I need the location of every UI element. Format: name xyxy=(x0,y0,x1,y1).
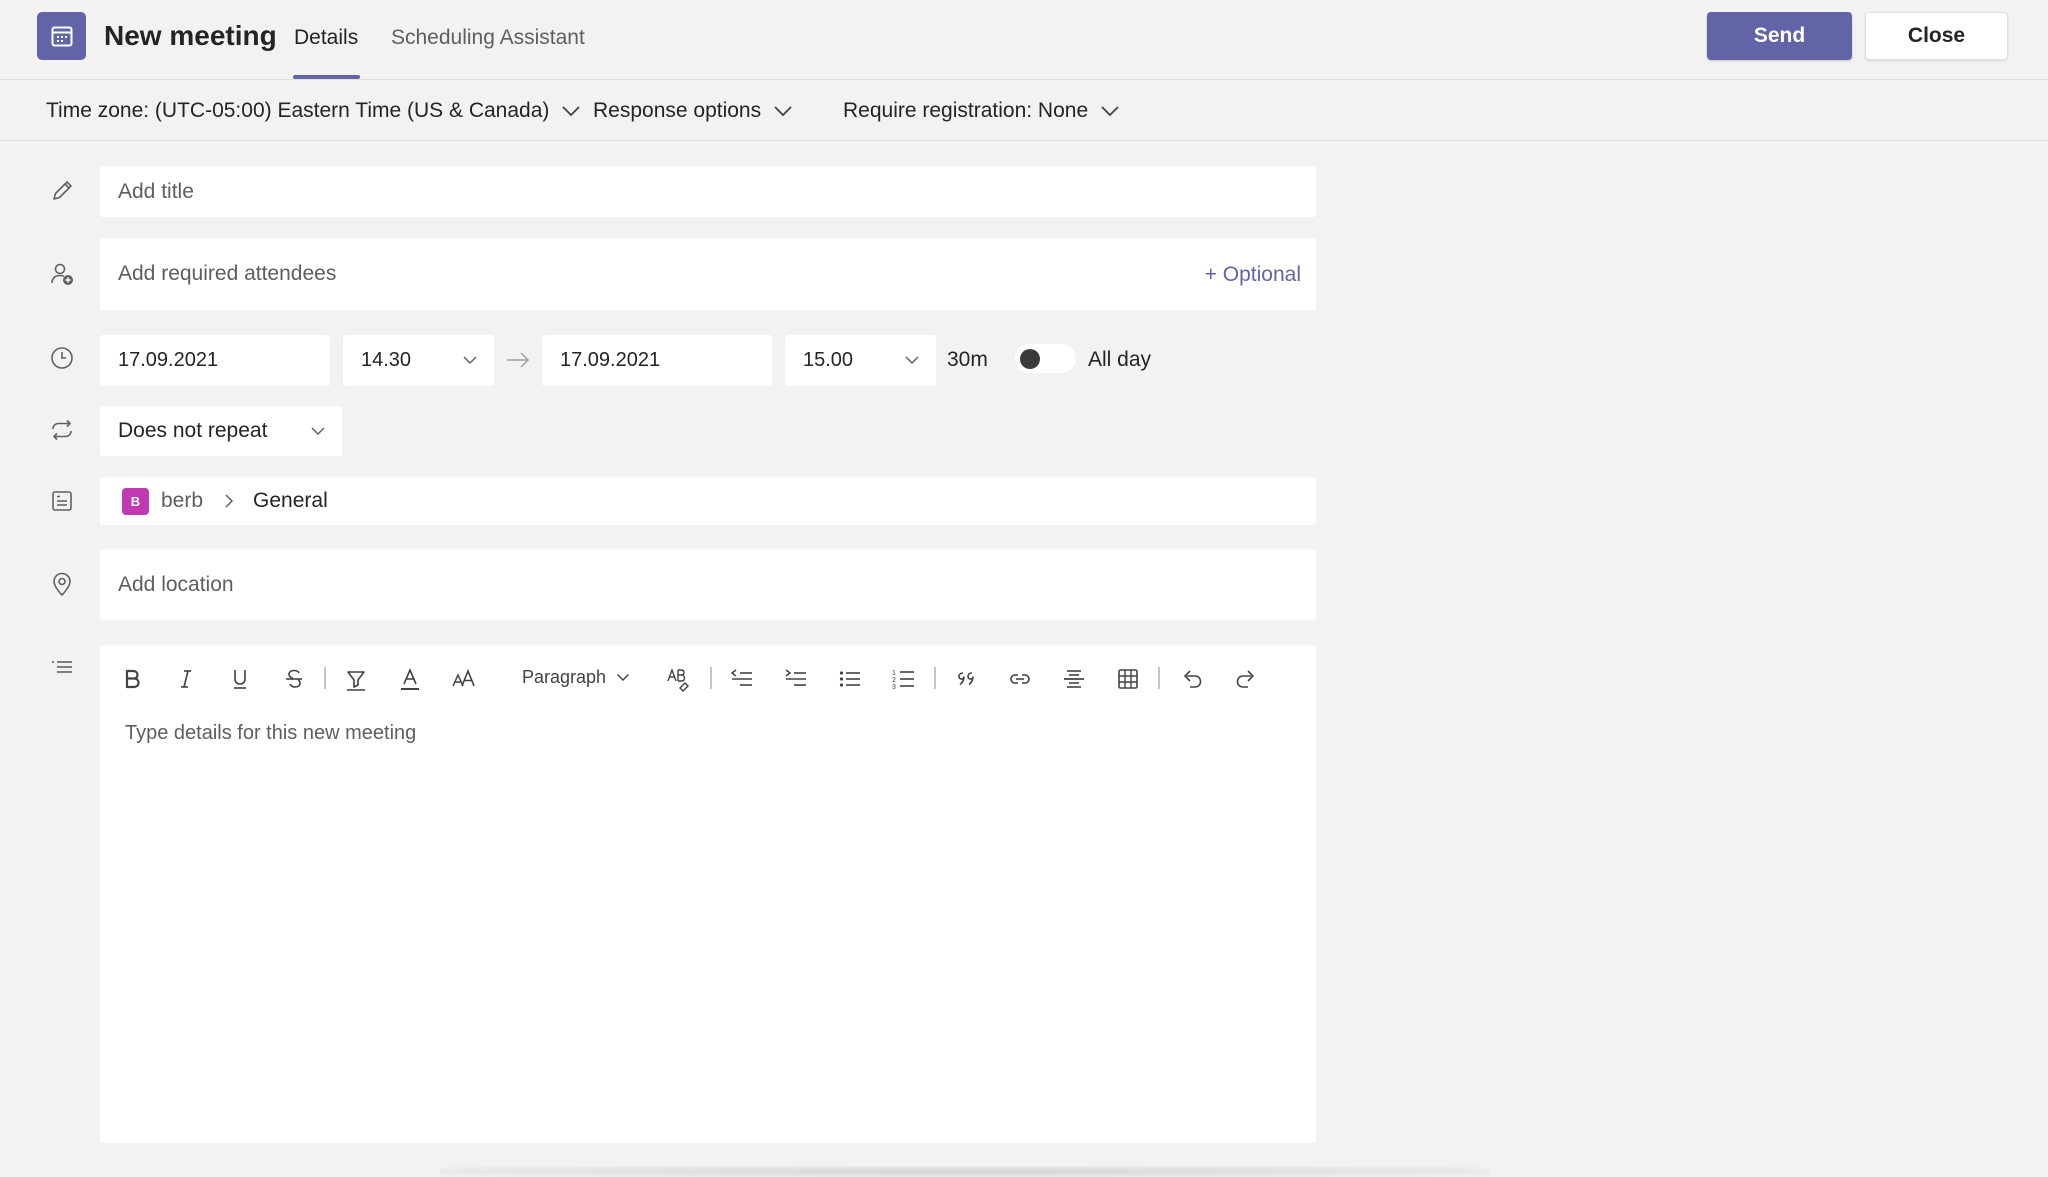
toolbar-divider xyxy=(324,667,326,689)
location-pin-icon xyxy=(48,570,76,598)
font-color-icon[interactable] xyxy=(396,665,424,693)
start-time-value: 14.30 xyxy=(361,349,412,371)
close-button[interactable]: Close xyxy=(1865,12,2008,60)
end-date-field[interactable]: 17.09.2021 xyxy=(542,335,772,386)
add-person-icon xyxy=(48,260,76,288)
all-day-toggle[interactable] xyxy=(1015,344,1076,373)
highlight-icon[interactable] xyxy=(342,665,370,693)
location-input[interactable] xyxy=(100,549,1316,620)
pencil-icon xyxy=(48,177,76,205)
repeat-dropdown[interactable]: Does not repeat xyxy=(100,406,342,456)
strikethrough-icon[interactable] xyxy=(280,665,308,693)
chevron-right-icon xyxy=(225,494,234,508)
header: New meeting Details Scheduling Assistant… xyxy=(0,0,2048,80)
response-options-dropdown[interactable]: Response options xyxy=(593,99,793,123)
channel-picker[interactable]: B berb General xyxy=(100,477,1316,525)
registration-dropdown[interactable]: Require registration: None xyxy=(843,99,1120,123)
toggle-knob xyxy=(1020,349,1040,369)
attendees-field[interactable]: + Optional xyxy=(100,238,1316,310)
channel-name: General xyxy=(253,489,328,512)
svg-text:1: 1 xyxy=(892,670,896,677)
attendees-input[interactable] xyxy=(100,238,1150,310)
toolbar-divider xyxy=(710,667,712,689)
toolbar-divider xyxy=(934,667,936,689)
timezone-label: Time zone: (UTC-05:00) Eastern Time (US … xyxy=(46,99,550,122)
clear-formatting-icon[interactable] xyxy=(664,665,692,693)
repeat-value: Does not repeat xyxy=(118,419,268,442)
chevron-down-icon xyxy=(905,356,919,365)
response-options-label: Response options xyxy=(593,99,762,122)
bottom-shadow xyxy=(440,1166,1490,1177)
details-placeholder: Type details for this new meeting xyxy=(125,722,417,744)
chevron-down-icon xyxy=(562,106,581,117)
svg-text:2: 2 xyxy=(892,677,896,684)
start-date-field[interactable]: 17.09.2021 xyxy=(100,335,330,386)
repeat-icon xyxy=(48,416,76,444)
details-list-icon xyxy=(48,654,76,682)
numbered-list-icon[interactable]: 123 xyxy=(890,665,918,693)
duration-label: 30m xyxy=(947,348,988,371)
channel-icon xyxy=(48,487,76,515)
font-size-icon[interactable] xyxy=(450,665,478,693)
paragraph-style-label: Paragraph xyxy=(522,667,607,687)
end-time-dropdown[interactable]: 15.00 xyxy=(785,335,936,386)
arrow-right-icon xyxy=(507,352,530,368)
location-field[interactable] xyxy=(100,549,1316,620)
table-icon[interactable] xyxy=(1114,665,1142,693)
team-name: berb xyxy=(161,489,204,512)
chevron-down-icon xyxy=(311,427,325,436)
title-field[interactable] xyxy=(100,166,1316,217)
chevron-down-icon xyxy=(463,356,477,365)
quote-icon[interactable] xyxy=(952,665,980,693)
end-time-value: 15.00 xyxy=(803,349,854,371)
bold-icon[interactable] xyxy=(118,665,146,693)
link-icon[interactable] xyxy=(1006,665,1034,693)
chevron-down-icon xyxy=(617,674,630,681)
paragraph-style-dropdown[interactable]: Paragraph xyxy=(522,667,630,688)
title-input[interactable] xyxy=(100,166,1316,217)
team-avatar: B xyxy=(122,487,149,515)
italic-icon[interactable] xyxy=(172,665,200,693)
timezone-dropdown[interactable]: Time zone: (UTC-05:00) Eastern Time (US … xyxy=(46,99,581,123)
undo-icon[interactable] xyxy=(1178,665,1206,693)
tab-scheduling-assistant[interactable]: Scheduling Assistant xyxy=(391,26,585,50)
tab-details[interactable]: Details xyxy=(294,26,358,50)
horizontal-rule-icon[interactable] xyxy=(1060,665,1088,693)
send-button[interactable]: Send xyxy=(1707,12,1852,60)
svg-text:3: 3 xyxy=(892,684,896,691)
optional-attendees-link[interactable]: + Optional xyxy=(1205,263,1301,287)
options-bar: Time zone: (UTC-05:00) Eastern Time (US … xyxy=(0,80,2048,141)
increase-indent-icon[interactable] xyxy=(782,665,810,693)
page-title: New meeting xyxy=(104,20,277,51)
registration-label: Require registration: None xyxy=(843,99,1089,122)
all-day-label: All day xyxy=(1088,348,1152,371)
decrease-indent-icon[interactable] xyxy=(728,665,756,693)
clock-icon xyxy=(48,344,76,372)
calendar-icon xyxy=(37,12,86,60)
start-time-dropdown[interactable]: 14.30 xyxy=(343,335,494,386)
active-tab-indicator xyxy=(293,75,360,79)
toolbar-divider xyxy=(1158,667,1160,689)
underline-icon[interactable] xyxy=(226,665,254,693)
bulleted-list-icon[interactable] xyxy=(836,665,864,693)
chevron-down-icon xyxy=(1101,106,1119,117)
redo-icon[interactable] xyxy=(1232,665,1260,693)
chevron-down-icon xyxy=(774,106,792,117)
details-editor[interactable]: Paragraph 123 Type details for this new … xyxy=(100,645,1316,1143)
formatting-toolbar: Paragraph 123 xyxy=(100,645,1316,709)
